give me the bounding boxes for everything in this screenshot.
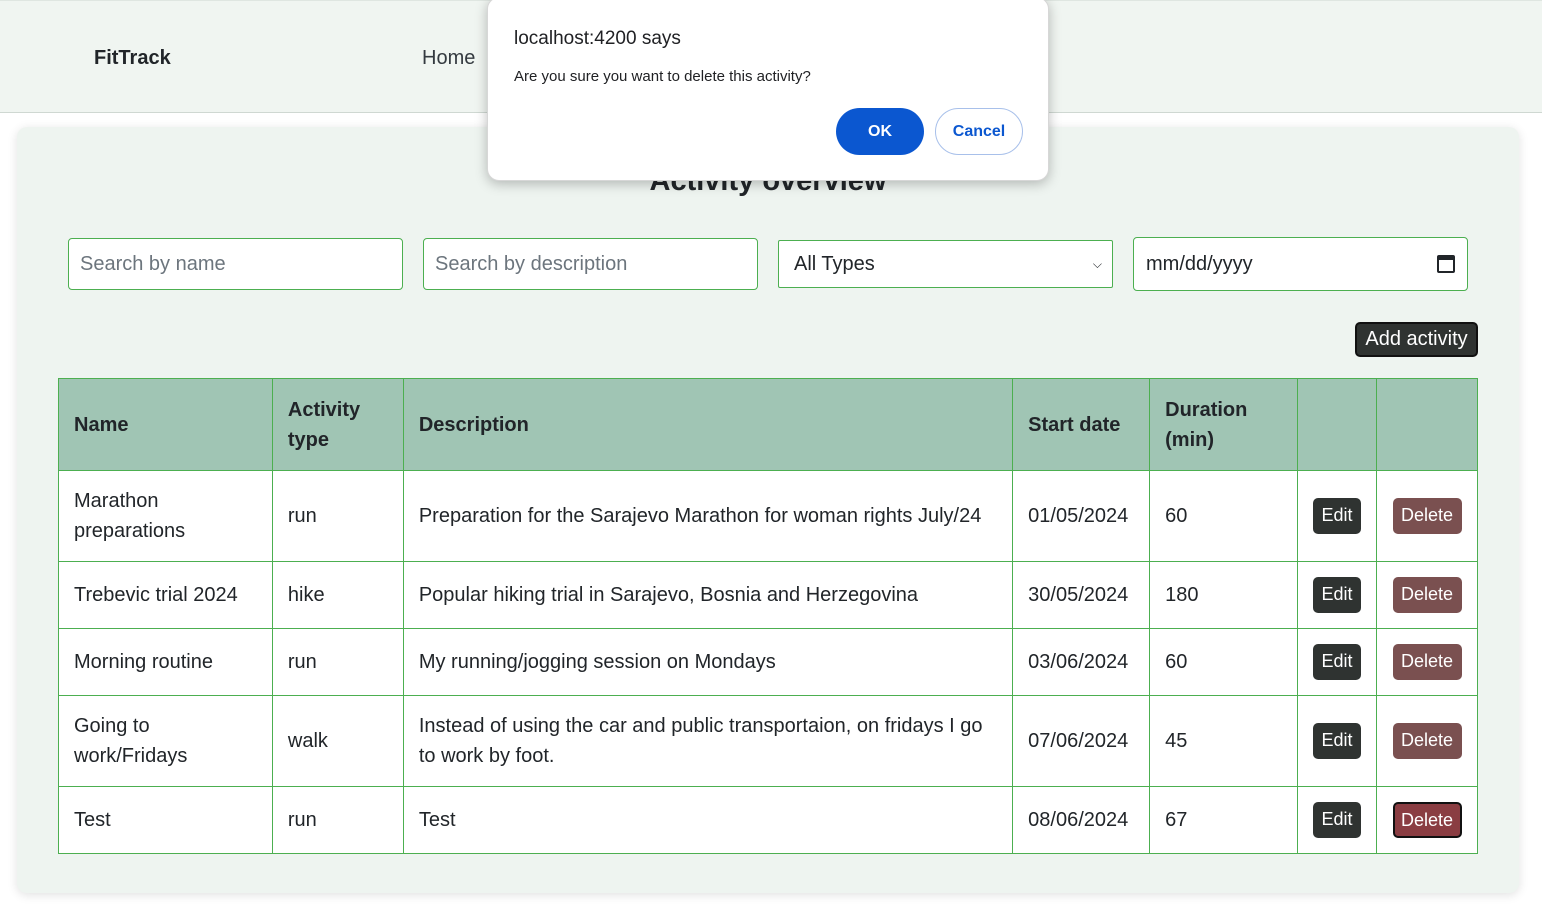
dialog-cancel-button[interactable]: Cancel	[935, 108, 1023, 155]
cell-type: run	[271, 786, 404, 854]
cell-description: My running/jogging session on Mondays	[402, 628, 1014, 696]
cell-type: hike	[271, 561, 404, 629]
cell-duration: 60	[1149, 628, 1299, 696]
brand-logo[interactable]: FitTrack	[94, 47, 171, 70]
dialog-message: Are you sure you want to delete this act…	[514, 68, 811, 85]
cell-name: Trebevic trial 2024	[58, 561, 273, 629]
table-row: Trebevic trial 2024 hike Popular hiking …	[58, 561, 1478, 629]
delete-button[interactable]: Delete	[1392, 577, 1462, 613]
cell-start-date: 30/05/2024	[1012, 561, 1151, 629]
cell-duration: 45	[1149, 695, 1299, 787]
cell-type: run	[271, 470, 404, 562]
cell-description: Instead of using the car and public tran…	[402, 695, 1014, 787]
edit-button[interactable]: Edit	[1313, 644, 1362, 680]
cell-delete: Delete	[1376, 786, 1478, 854]
dialog-title: localhost:4200 says	[514, 28, 681, 49]
chevron-down-icon: ⌵	[1092, 256, 1102, 271]
column-header-activity-type: Activity type	[271, 378, 404, 471]
cell-name: Morning routine	[58, 628, 273, 696]
nav-link-home[interactable]: Home	[422, 47, 475, 70]
edit-button[interactable]: Edit	[1313, 802, 1362, 838]
column-header-activity-type-line1: Activity	[287, 398, 361, 421]
cell-delete: Delete	[1376, 561, 1478, 629]
table-header-row: Name Activity type Description Start dat…	[58, 378, 1478, 471]
search-description-input[interactable]	[423, 238, 758, 290]
cell-type: run	[271, 628, 404, 696]
activity-type-select-value: All Types	[794, 252, 875, 275]
cell-edit: Edit	[1297, 470, 1378, 562]
cell-start-date: 01/05/2024	[1012, 470, 1151, 562]
activity-type-select[interactable]: All Types ⌵	[778, 240, 1113, 288]
search-name-input[interactable]	[68, 238, 403, 290]
edit-button[interactable]: Edit	[1313, 723, 1362, 759]
cell-edit: Edit	[1297, 786, 1378, 854]
table-row: Marathon preparations run Preparation fo…	[58, 470, 1478, 562]
cell-description: Popular hiking trial in Sarajevo, Bosnia…	[402, 561, 1014, 629]
cell-description: Preparation for the Sarajevo Marathon fo…	[402, 470, 1014, 562]
cell-edit: Edit	[1297, 628, 1378, 696]
cell-duration: 60	[1149, 470, 1299, 562]
table-row: Going to work/Fridays walk Instead of us…	[58, 695, 1478, 787]
cell-name: Test	[58, 786, 273, 854]
cell-description: Test	[402, 786, 1014, 854]
column-header-description: Description	[402, 378, 1014, 471]
edit-button[interactable]: Edit	[1313, 498, 1362, 534]
column-header-duration: Duration (min)	[1149, 378, 1299, 471]
delete-button[interactable]: Delete	[1392, 644, 1462, 680]
cell-edit: Edit	[1297, 695, 1378, 787]
cell-start-date: 03/06/2024	[1012, 628, 1151, 696]
delete-button[interactable]: Delete	[1392, 723, 1462, 759]
calendar-icon[interactable]	[1437, 255, 1455, 273]
column-header-delete	[1376, 378, 1478, 471]
cell-duration: 180	[1149, 561, 1299, 629]
delete-button[interactable]: Delete	[1392, 498, 1462, 534]
cell-type: walk	[271, 695, 404, 787]
column-header-duration-line1: Duration	[1165, 398, 1248, 421]
activity-table: Name Activity type Description Start dat…	[58, 378, 1478, 854]
cell-name: Going to work/Fridays	[58, 695, 273, 787]
table-row: Morning routine run My running/jogging s…	[58, 628, 1478, 696]
confirm-dialog: localhost:4200 says Are you sure you wan…	[487, 0, 1049, 181]
table-row: Test run Test 08/06/2024 67 Edit Delete	[58, 786, 1478, 854]
cell-start-date: 07/06/2024	[1012, 695, 1151, 787]
cell-name: Marathon preparations	[58, 470, 273, 562]
delete-button-focused[interactable]: Delete	[1392, 802, 1462, 838]
dialog-ok-button[interactable]: OK	[836, 108, 924, 155]
cell-delete: Delete	[1376, 470, 1478, 562]
date-input[interactable]: mm/dd/yyyy	[1133, 237, 1468, 291]
add-activity-button[interactable]: Add activity	[1355, 322, 1478, 357]
cell-edit: Edit	[1297, 561, 1378, 629]
cell-delete: Delete	[1376, 628, 1478, 696]
cell-start-date: 08/06/2024	[1012, 786, 1151, 854]
edit-button[interactable]: Edit	[1313, 577, 1362, 613]
cell-duration: 67	[1149, 786, 1299, 854]
cell-delete: Delete	[1376, 695, 1478, 787]
date-input-placeholder: mm/dd/yyyy	[1146, 252, 1253, 275]
column-header-edit	[1297, 378, 1378, 471]
column-header-duration-line2: (min)	[1165, 428, 1215, 451]
column-header-name: Name	[58, 378, 273, 471]
column-header-activity-type-line2: type	[287, 428, 330, 451]
column-header-start-date: Start date	[1012, 378, 1151, 471]
